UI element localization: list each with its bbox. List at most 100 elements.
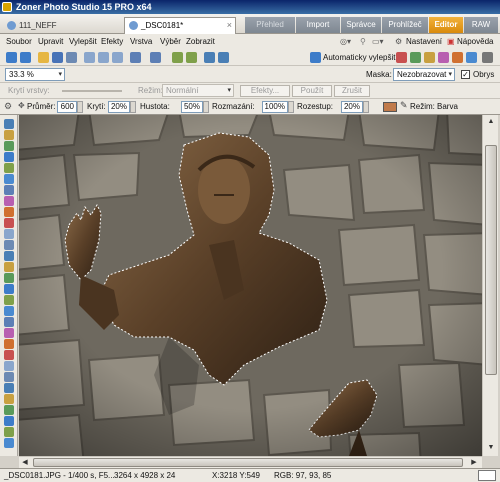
blur-input[interactable]: 100% xyxy=(262,101,288,113)
open-folder-icon[interactable] xyxy=(38,52,49,63)
compare-icon[interactable] xyxy=(218,52,229,63)
eyedropper-icon[interactable] xyxy=(4,383,14,393)
mode-tab-editor[interactable]: Editor xyxy=(429,17,463,33)
outline-checkbox[interactable]: ✓ xyxy=(461,70,470,79)
levels-icon[interactable] xyxy=(424,52,435,63)
red-eye-icon[interactable] xyxy=(396,52,407,63)
rectangle-icon[interactable] xyxy=(4,361,14,371)
mask-icon[interactable] xyxy=(4,438,14,448)
brush-icon[interactable] xyxy=(4,218,14,228)
eyedropper-icon[interactable]: ✎ xyxy=(400,100,408,111)
document-tab-111-neff[interactable]: 111_NEFF xyxy=(2,17,112,34)
redo-icon[interactable] xyxy=(150,52,161,63)
mode-tab-import[interactable]: Import xyxy=(296,17,340,33)
camera-icon[interactable]: ◎▾ xyxy=(340,34,351,49)
fill-icon[interactable] xyxy=(4,372,14,382)
opacity-input[interactable]: 20% xyxy=(108,101,130,113)
dodge-icon[interactable] xyxy=(4,262,14,272)
blur-spinner[interactable] xyxy=(288,101,294,113)
spacing-input[interactable]: 20% xyxy=(341,101,363,113)
scroll-right-icon[interactable]: ▶ xyxy=(469,457,479,468)
scroll-left-icon[interactable]: ◀ xyxy=(20,457,30,468)
apply-button[interactable]: Použít xyxy=(292,85,332,97)
gear-icon[interactable]: ⚙ xyxy=(4,101,12,112)
text-icon[interactable] xyxy=(4,317,14,327)
scroll-down-icon[interactable]: ▼ xyxy=(485,442,497,454)
printer-icon[interactable]: ▭▾ xyxy=(372,34,384,49)
vertical-scrollbar[interactable]: ▲ ▼ xyxy=(482,115,498,456)
ruler-icon[interactable] xyxy=(4,416,14,426)
ellipse-icon[interactable] xyxy=(4,350,14,360)
menu-upravit[interactable]: Upravit xyxy=(38,34,63,49)
image-canvas[interactable] xyxy=(19,115,482,456)
more-tools-icon[interactable] xyxy=(482,52,493,63)
share-icon[interactable]: ⚲ xyxy=(360,34,366,49)
back-icon[interactable] xyxy=(6,52,17,63)
close-tab-icon[interactable]: × xyxy=(227,18,232,33)
menu-vyber[interactable]: Výběr xyxy=(160,34,181,49)
help-menu[interactable]: Nápověda xyxy=(457,34,493,49)
clone-icon[interactable] xyxy=(4,229,14,239)
scroll-up-icon[interactable]: ▲ xyxy=(485,116,497,128)
save-icon[interactable] xyxy=(52,52,63,63)
magic-wand-icon[interactable] xyxy=(4,207,14,217)
paste-icon[interactable] xyxy=(98,52,109,63)
selection-icon[interactable] xyxy=(4,185,14,195)
density-input[interactable]: 50% xyxy=(181,101,203,113)
brush-color-swatch[interactable] xyxy=(383,102,397,112)
straighten-icon[interactable] xyxy=(4,163,14,173)
crop-icon[interactable] xyxy=(466,52,477,63)
opacity-spinner[interactable] xyxy=(130,101,136,113)
settings-menu[interactable]: Nastavení xyxy=(406,34,442,49)
effects-button[interactable]: Efekty... xyxy=(240,85,290,97)
copy-icon[interactable] xyxy=(84,52,95,63)
horizontal-scroll-thumb[interactable] xyxy=(33,458,463,467)
undo-icon[interactable] xyxy=(130,52,141,63)
perspective-icon[interactable] xyxy=(4,174,14,184)
grid-icon[interactable] xyxy=(4,405,14,415)
forward-icon[interactable] xyxy=(20,52,31,63)
rotate-icon[interactable] xyxy=(172,52,183,63)
auto-enhance-button[interactable]: Automaticky vylepšit xyxy=(323,51,395,64)
layer-opacity-slider[interactable] xyxy=(62,90,122,92)
menu-efekty[interactable]: Efekty xyxy=(101,34,123,49)
flip-icon[interactable] xyxy=(186,52,197,63)
crop-icon[interactable] xyxy=(4,141,14,151)
cancel-button[interactable]: Zrušit xyxy=(334,85,370,97)
diameter-input[interactable]: 600 xyxy=(57,101,77,113)
zoom-icon[interactable] xyxy=(4,394,14,404)
brush-mode-value[interactable]: Barva xyxy=(437,100,458,113)
diameter-spinner[interactable] xyxy=(77,101,83,113)
color-icon[interactable] xyxy=(410,52,421,63)
mode-tab-prehled[interactable]: Přehled xyxy=(245,17,295,33)
menu-vylepsit[interactable]: Vylepšit xyxy=(69,34,97,49)
mode-tab-prohlizec[interactable]: Prohlížeč xyxy=(382,17,428,33)
mask-select[interactable]: Nezobrazovat ▾ xyxy=(393,68,455,81)
shape-icon[interactable] xyxy=(4,328,14,338)
pointer-icon[interactable] xyxy=(4,119,14,129)
layer-icon[interactable] xyxy=(4,427,14,437)
hand-icon[interactable] xyxy=(4,130,14,140)
spacing-spinner[interactable] xyxy=(363,101,369,113)
menu-soubor[interactable]: Soubor xyxy=(6,34,32,49)
smudge-icon[interactable] xyxy=(4,284,14,294)
zoom-select[interactable]: 33.3 % ▾ xyxy=(5,68,65,81)
menu-vrstva[interactable]: Vrstva xyxy=(130,34,152,49)
lasso-icon[interactable] xyxy=(4,196,14,206)
line-icon[interactable] xyxy=(4,339,14,349)
eraser-icon[interactable] xyxy=(4,295,14,305)
rotate-icon[interactable] xyxy=(4,152,14,162)
fullscreen-icon[interactable] xyxy=(204,52,215,63)
effects-icon[interactable] xyxy=(438,52,449,63)
gradient-icon[interactable] xyxy=(4,306,14,316)
navigator-icon[interactable] xyxy=(478,470,496,481)
duplicate-icon[interactable] xyxy=(112,52,123,63)
document-tab-dsc0181[interactable]: _DSC0181* × xyxy=(124,17,236,34)
vertical-scroll-thumb[interactable] xyxy=(485,145,497,375)
healing-icon[interactable] xyxy=(4,240,14,250)
burn-icon[interactable] xyxy=(4,273,14,283)
menu-zobrazit[interactable]: Zobrazit xyxy=(186,34,215,49)
brush-icon[interactable] xyxy=(452,52,463,63)
save-as-icon[interactable] xyxy=(66,52,77,63)
layer-mode-select[interactable]: Normální ▾ xyxy=(162,84,234,97)
